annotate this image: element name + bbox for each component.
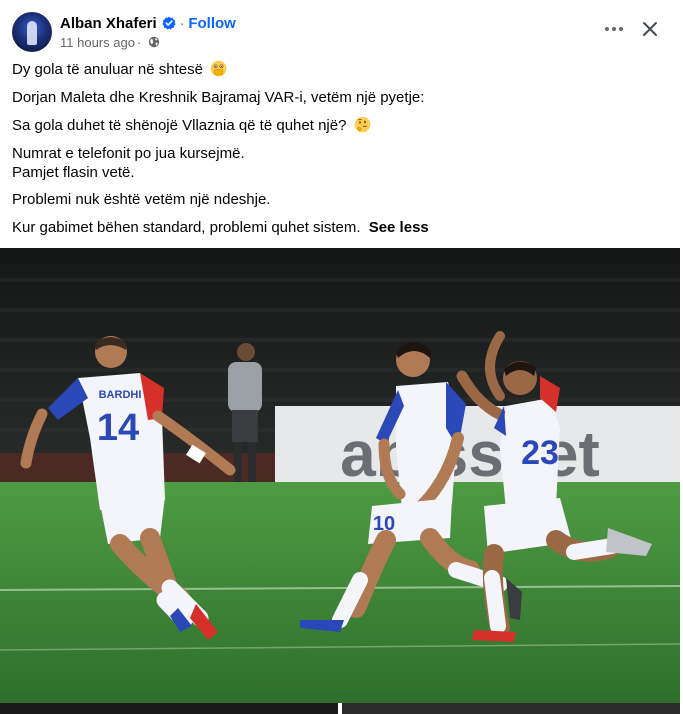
face-with-open-eyes-and-hand-over-mouth-emoji-icon xyxy=(210,60,227,83)
verified-badge-icon xyxy=(162,16,176,30)
author-row: Alban Xhaferi · Follow xyxy=(60,13,236,33)
player-23-number: 23 xyxy=(521,434,559,472)
post-meta: 11 hours ago · xyxy=(60,34,160,50)
celebration-photo: abissnet BARDHI 14 10 23 xyxy=(0,248,680,703)
author-name[interactable]: Alban Xhaferi xyxy=(60,15,157,32)
post-line-1: Dy gola të anuluar në shtesë xyxy=(12,60,227,83)
post-line-7: Kur gabimet bëhen standard, problemi quh… xyxy=(12,218,429,238)
thinking-face-emoji-icon xyxy=(354,116,371,139)
post-line-3-text: Sa gola duhet të shënojë Vllaznia që të … xyxy=(12,117,347,134)
globe-icon[interactable] xyxy=(148,36,160,48)
post-line-4: Numrat e telefonit po jua kursejmë. xyxy=(12,145,245,162)
post-photo[interactable]: abissnet BARDHI 14 10 23 xyxy=(0,248,680,703)
player-14-name: BARDHI xyxy=(99,389,142,401)
post-line-3: Sa gola duhet të shënojë Vllaznia që të … xyxy=(12,116,371,139)
see-less-link[interactable]: See less xyxy=(369,219,429,236)
post-line-6: Problemi nuk është vetëm një ndeshje. xyxy=(12,191,271,208)
avatar[interactable] xyxy=(12,12,52,52)
close-button[interactable] xyxy=(637,16,663,42)
post-timestamp[interactable]: 11 hours ago xyxy=(60,35,135,50)
post-line-1-text: Dy gola të anuluar në shtesë xyxy=(12,61,203,78)
player-14-number: 14 xyxy=(97,407,139,449)
close-icon xyxy=(643,22,657,36)
post-header: Alban Xhaferi · Follow 11 hours ago · xyxy=(0,0,683,58)
follow-button[interactable]: Follow xyxy=(188,15,236,32)
post-line-5: Pamjet flasin vetë. xyxy=(12,164,135,181)
separator-dot: · xyxy=(179,15,185,31)
more-options-icon xyxy=(605,27,623,31)
more-options-button[interactable] xyxy=(601,16,627,42)
post-line-2: Dorjan Maleta dhe Kreshnik Bajramaj VAR-… xyxy=(12,89,425,106)
next-photo-thumbnail-2[interactable] xyxy=(342,703,680,714)
meta-separator: · xyxy=(136,34,142,50)
post-line-7-text: Kur gabimet bëhen standard, problemi quh… xyxy=(12,219,361,236)
next-photo-thumbnail-1[interactable] xyxy=(0,703,338,714)
